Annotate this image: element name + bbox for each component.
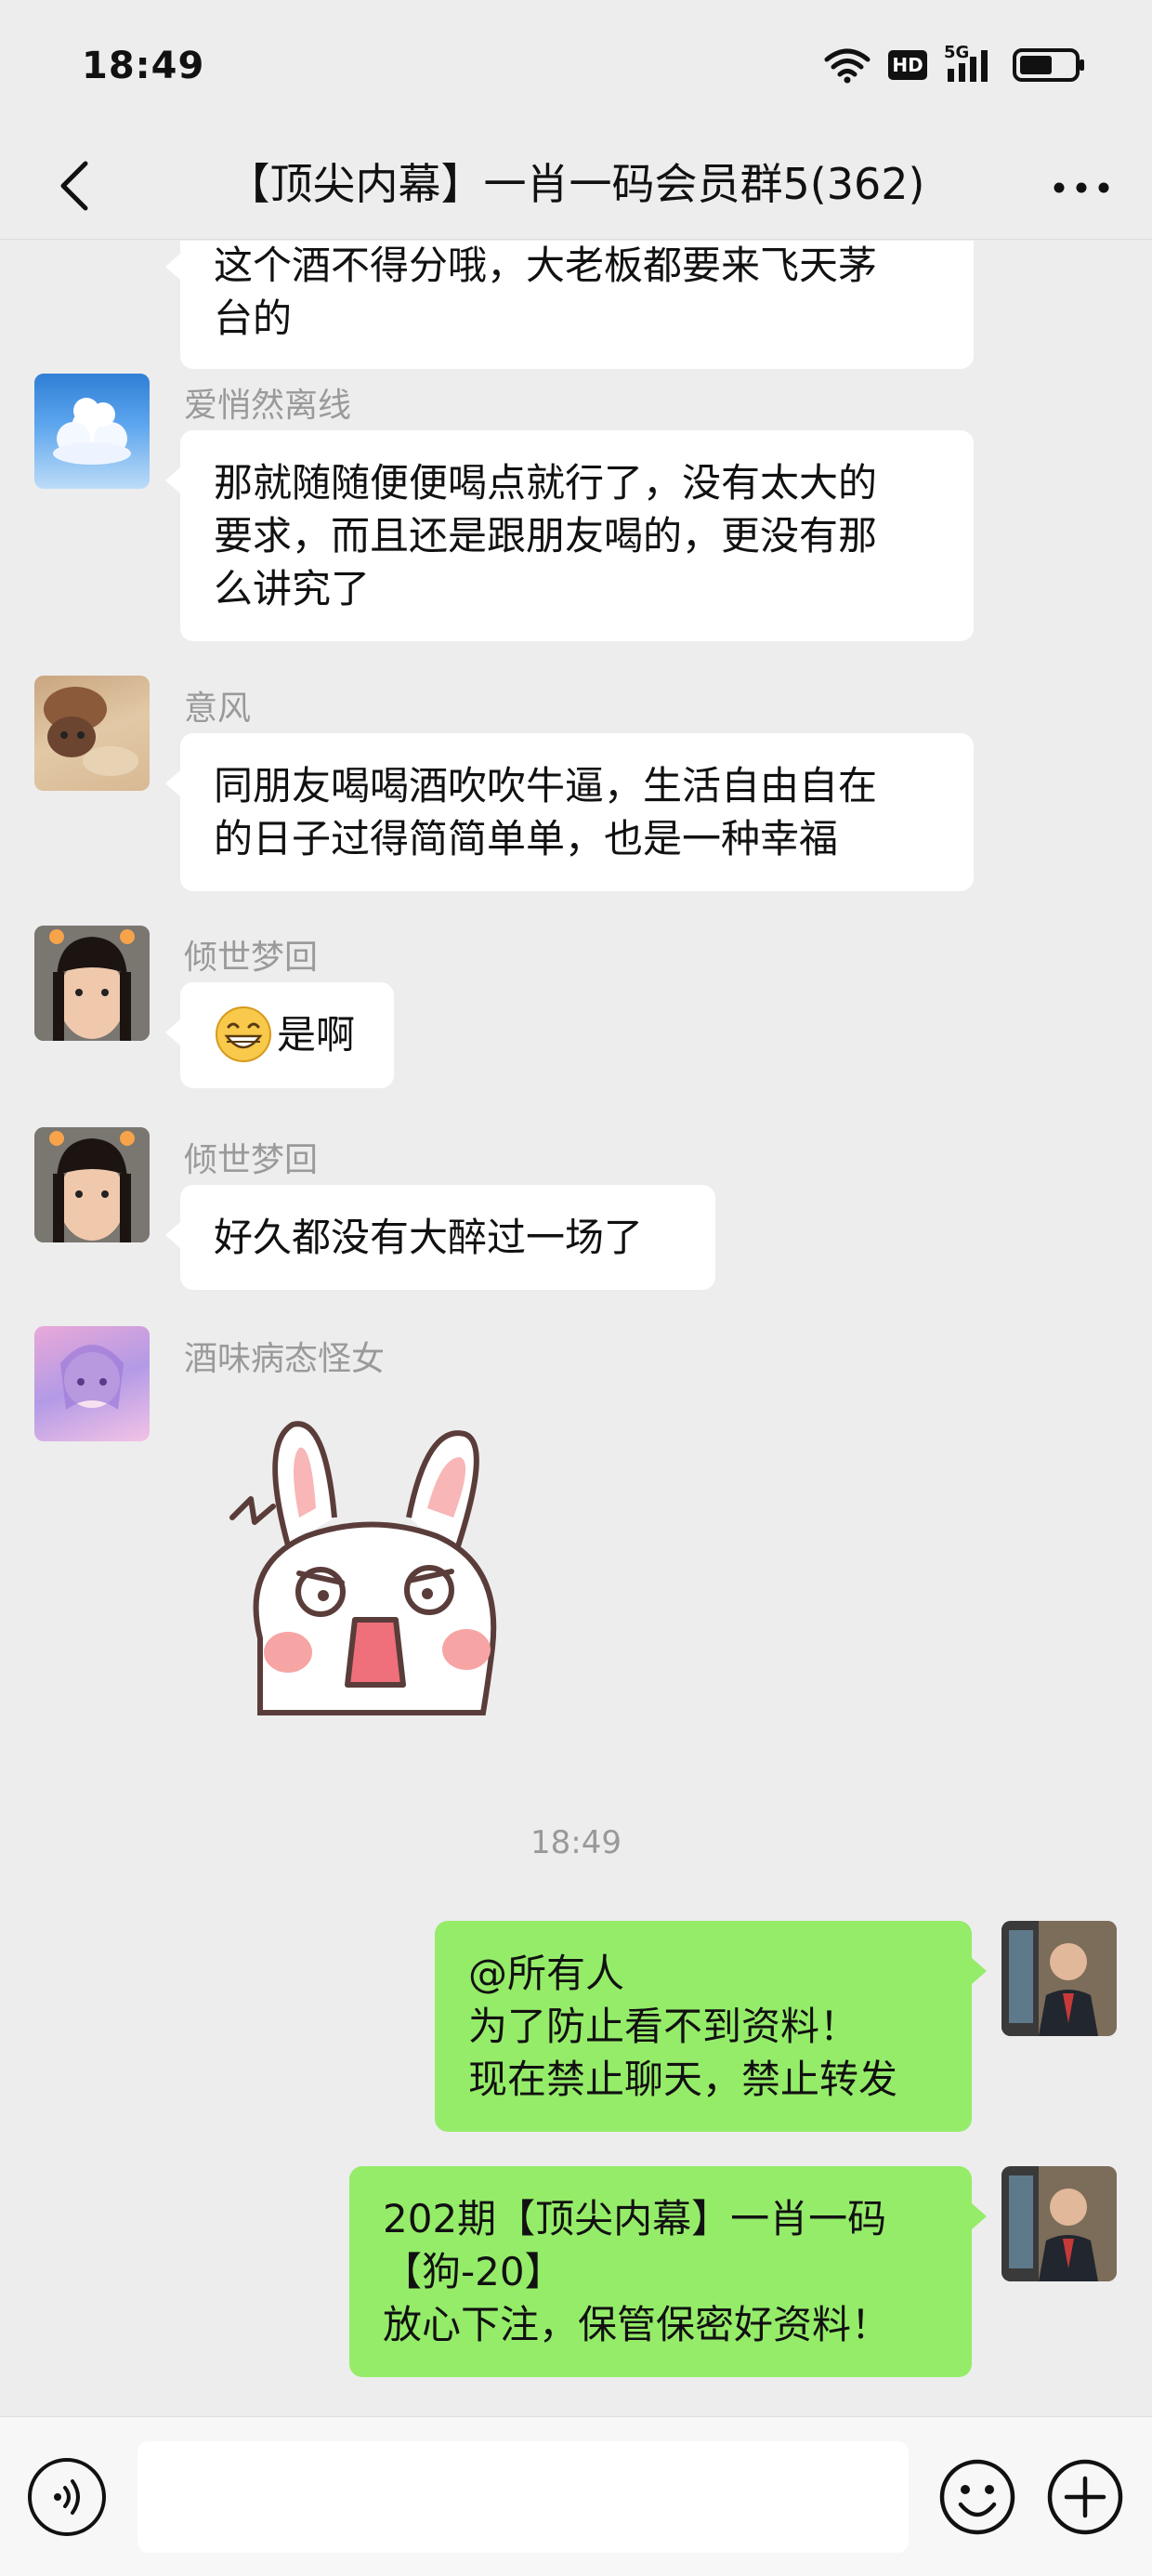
sender-name: 意风 [184,690,252,728]
battery-icon [1013,48,1084,82]
emoji-face-icon [939,2459,1015,2535]
more-dots-icon [1054,182,1109,193]
message-text: 的日子过得简简单单，也是一种幸福 [214,816,839,861]
message-text: 同朋友喝喝酒吹吹牛逼，生活自由自在 [214,763,878,808]
message-text: 放心下注，保管保密好资料！ [383,2302,891,2347]
message-text: 要求，而且还是跟朋友喝的，更没有那 [214,513,878,559]
cloud-avatar[interactable] [34,374,150,489]
message-text: @所有人 [468,1951,625,1996]
message-bubble[interactable]: @所有人 为了防止看不到资料！ 现在禁止聊天，禁止转发 [435,1921,987,2132]
message-text: 【狗-20】 [383,2249,564,2294]
status-icons: HD 5G [823,43,1087,84]
message-bubble[interactable]: 好久都没有大醉过一场了 [165,1185,715,1290]
message-text: 那就随随便便喝点就行了，没有太大的 [214,460,878,506]
hd-badge-icon: HD [888,50,927,80]
message-text: 么讲究了 [214,566,371,611]
message-timestamp: 18:49 [530,1824,622,1861]
angry-rabbit-sticker[interactable] [223,1406,530,1722]
message-text: 是啊 [277,1011,356,1058]
message-bubble[interactable]: 那就随随便便喝点就行了，没有太大的 要求，而且还是跟朋友喝的，更没有那 么讲究了 [165,430,974,641]
message-input[interactable] [137,2441,909,2553]
message-list[interactable]: 这个酒不得分哦，大老板都要来飞天茅 台的 爱悄然离线 那就随随便便喝点就行了，没… [0,241,1152,2415]
voice-icon [54,2479,80,2515]
cell-signal-icon: 5G [944,43,996,84]
more-button[interactable] [1044,151,1119,225]
message-text: 好久都没有大醉过一场了 [214,1215,644,1260]
message-text: 为了防止看不到资料！ [468,2004,859,2049]
message-bubble[interactable]: 这个酒不得分哦，大老板都要来飞天茅 台的 [165,241,974,369]
plus-circle-icon [1047,2459,1123,2535]
girl-avatar[interactable] [34,926,150,1041]
man-avatar[interactable] [1001,2166,1117,2281]
message-text: 202期【顶尖内幕】一肖一码 [383,2196,887,2241]
sender-name: 倾世梦回 [184,939,319,977]
wifi-icon [824,48,871,84]
emoji-button[interactable] [938,2458,1016,2536]
message-bubble[interactable]: 202期【顶尖内幕】一肖一码 【狗-20】 放心下注，保管保密好资料！ [349,2166,987,2377]
chat-screen: 18:49 HD 5G 【顶尖内幕】一肖一码会员群5(362) 这个酒不得分哦，… [0,0,1152,2576]
more-actions-button[interactable] [1046,2458,1124,2536]
sender-name: 酒味病态怪女 [184,1340,386,1378]
man-avatar[interactable] [1001,1921,1117,2036]
chat-header: 【顶尖内幕】一肖一码会员群5(362) [0,130,1152,240]
girl-avatar[interactable] [34,1127,150,1242]
status-time: 18:49 [82,45,205,87]
voice-button[interactable] [28,2458,106,2536]
message-text: 现在禁止聊天，禁止转发 [468,2057,898,2102]
back-button[interactable] [37,149,111,223]
sender-name: 倾世梦回 [184,1141,319,1179]
dog-avatar[interactable] [34,676,150,791]
grin-emoji-icon [216,1006,271,1062]
chat-title: 【顶尖内幕】一肖一码会员群5(362) [227,159,925,209]
message-text: 台的 [214,296,293,341]
anime-avatar[interactable] [34,1326,150,1441]
input-bar [0,2416,1152,2576]
message-bubble[interactable]: 同朋友喝喝酒吹吹牛逼，生活自由自在 的日子过得简简单单，也是一种幸福 [165,733,974,891]
status-bar: 18:49 HD 5G [0,0,1152,130]
message-text: 这个酒不得分哦，大老板都要来飞天茅 [214,243,878,288]
chevron-left-icon [60,161,88,211]
sender-name: 爱悄然离线 [184,387,352,425]
message-bubble[interactable]: 是啊 [165,982,394,1088]
